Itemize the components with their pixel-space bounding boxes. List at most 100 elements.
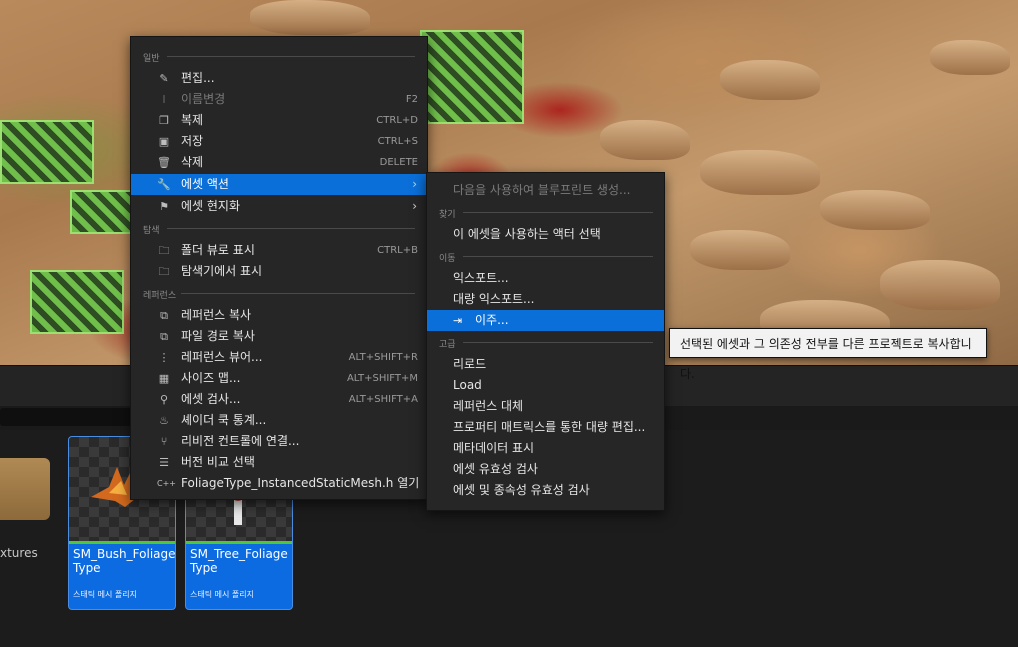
menu-item-connect-revision-control[interactable]: ⑂ 리비전 컨트롤에 연결... [131, 431, 427, 452]
folder-label: xtures [0, 546, 38, 560]
revision-control-icon: ⑂ [160, 435, 168, 448]
submenu-item-export[interactable]: 익스포트... [427, 268, 664, 289]
section-header-references: 레퍼런스 [143, 291, 177, 301]
menu-item-shortcut: ALT+SHIFT+M [346, 373, 418, 384]
menu-item-label: 사이즈 맵... [181, 371, 241, 385]
menu-item-delete[interactable]: 🗑 삭제 DELETE [131, 152, 427, 173]
menu-item-label: 에셋 현지화 [181, 199, 241, 213]
flag-icon: ⚑ [159, 200, 169, 213]
migrate-icon: ⇥ [453, 314, 463, 327]
save-icon: ▣ [158, 135, 170, 148]
divider [463, 212, 653, 213]
menu-item-shortcut: ALT+SHIFT+R [348, 352, 418, 363]
menu-item-label: 레퍼런스 뷰어... [181, 350, 263, 364]
menu-item-label: 레퍼런스 대체 [453, 399, 524, 413]
asset-type: 스태틱 메시 폴리지 [190, 590, 254, 599]
reference-viewer-icon: ⋮ [158, 351, 170, 364]
section-header-general: 일반 [143, 54, 160, 64]
menu-item-shader-cook-stats[interactable]: ♨ 셰이더 쿡 통계... [131, 410, 427, 431]
submenu-item-property-matrix[interactable]: 프로퍼티 매트릭스를 통한 대량 편집... [427, 417, 664, 438]
section-header-explore: 탐색 [143, 226, 160, 236]
menu-item-audit-assets[interactable]: ⚲ 에셋 검사... ALT+SHIFT+A [131, 389, 427, 410]
submenu-item-validate-assets-and-dependencies[interactable]: 에셋 및 종속성 유효성 검사 [427, 480, 664, 501]
menu-item-label: 프로퍼티 매트릭스를 통한 대량 편집... [453, 420, 646, 434]
menu-item-copy-reference[interactable]: ⧉ 레퍼런스 복사 [131, 305, 427, 326]
menu-item-label: 리비전 컨트롤에 연결... [181, 434, 300, 448]
menu-item-reference-viewer[interactable]: ⋮ 레퍼런스 뷰어... ALT+SHIFT+R [131, 347, 427, 368]
menu-item-label: 메타데이터 표시 [453, 441, 535, 455]
section-header-find: 찾기 [439, 210, 456, 220]
submenu-item-show-metadata[interactable]: 메타데이터 표시 [427, 438, 664, 459]
menu-item-shortcut: DELETE [379, 157, 418, 168]
menu-item-label: 레퍼런스 복사 [181, 308, 252, 322]
menu-item-label: Load [453, 378, 482, 392]
size-map-icon: ▦ [158, 372, 170, 385]
menu-item-size-map[interactable]: ▦ 사이즈 맵... ALT+SHIFT+M [131, 368, 427, 389]
shader-stats-icon: ♨ [159, 414, 169, 427]
submenu-item-create-blueprint[interactable]: 다음을 사용하여 블루프린트 생성... [427, 180, 664, 201]
folder-search-icon: 🗀 [158, 244, 170, 257]
menu-item-shortcut: ALT+SHIFT+A [348, 394, 418, 405]
menu-item-label: FoliageType_InstancedStaticMesh.h 열기 [181, 476, 420, 490]
submenu-item-replace-references[interactable]: 레퍼런스 대체 [427, 396, 664, 417]
menu-item-asset-actions[interactable]: 🔧 에셋 액션 › [131, 174, 427, 195]
submenu-item-select-actors[interactable]: 이 에셋을 사용하는 액터 선택 [427, 224, 664, 245]
copy-path-icon: ⧉ [160, 330, 168, 343]
rename-icon: Ⅰ [162, 93, 166, 106]
cpp-file-icon: C++ [157, 479, 176, 488]
menu-item-label: 리로드 [453, 357, 487, 371]
menu-item-label: 버전 비교 선택 [181, 455, 255, 469]
submenu-item-migrate[interactable]: ⇥ 이주... [427, 310, 664, 331]
menu-item-asset-localization[interactable]: ⚑ 에셋 현지화 › [131, 196, 427, 217]
wrench-icon: 🔧 [157, 178, 171, 191]
menu-item-rename[interactable]: Ⅰ 이름변경 F2 [131, 89, 427, 110]
asset-name: SM_Tree_Foliage Type [190, 547, 288, 575]
menu-item-shortcut: CTRL+S [377, 136, 418, 147]
divider [463, 342, 653, 343]
submenu-item-load[interactable]: Load [427, 375, 664, 396]
asset-type: 스태틱 메시 폴리지 [73, 590, 137, 599]
menu-item-label: 저장 [181, 134, 204, 148]
divider [167, 56, 415, 57]
pencil-icon: ✎ [159, 72, 169, 85]
menu-item-show-in-explorer[interactable]: 🗀 탐색기에서 표시 [131, 261, 427, 282]
menu-item-shortcut: CTRL+B [377, 245, 418, 256]
menu-item-show-in-folder-view[interactable]: 🗀 폴더 뷰로 표시 CTRL+B [131, 240, 427, 261]
audit-icon: ⚲ [159, 393, 169, 406]
menu-item-label: 셰이더 쿡 통계... [181, 413, 267, 427]
divider [167, 228, 415, 229]
menu-item-label: 복제 [181, 113, 204, 127]
copy-reference-icon: ⧉ [160, 309, 168, 322]
menu-item-shortcut: F2 [405, 94, 418, 105]
section-header-move: 이동 [439, 254, 456, 264]
menu-item-diff-selected[interactable]: ☰ 버전 비교 선택 [131, 452, 427, 473]
submenu-item-validate-assets[interactable]: 에셋 유효성 검사 [427, 459, 664, 480]
menu-item-open-source-file[interactable]: C++ FoliageType_InstancedStaticMesh.h 열기 [131, 473, 427, 494]
explorer-icon: 🗀 [158, 265, 170, 278]
diff-icon: ☰ [159, 456, 169, 469]
menu-item-label: 에셋 액션 [181, 177, 229, 191]
asset-actions-submenu: 다음을 사용하여 블루프린트 생성... 찾기 이 에셋을 사용하는 액터 선택… [426, 172, 665, 511]
menu-item-label: 삭제 [181, 155, 204, 169]
menu-item-label: 에셋 유효성 검사 [453, 462, 538, 476]
menu-item-label: 폴더 뷰로 표시 [181, 243, 255, 257]
asset-context-menu: 일반 ✎ 편집... Ⅰ 이름변경 F2 ❐ 복제 CTRL+D ▣ 저장 CT… [130, 36, 428, 500]
divider [463, 256, 653, 257]
menu-item-label: 대량 익스포트... [453, 292, 535, 306]
menu-item-duplicate[interactable]: ❐ 복제 CTRL+D [131, 110, 427, 131]
submenu-item-reload[interactable]: 리로드 [427, 354, 664, 375]
chevron-right-icon: › [412, 199, 417, 213]
chevron-right-icon: › [412, 177, 417, 191]
menu-item-label: 에셋 검사... [181, 392, 241, 406]
menu-item-label: 이름변경 [181, 92, 226, 106]
submenu-item-bulk-export[interactable]: 대량 익스포트... [427, 289, 664, 310]
menu-item-copy-file-path[interactable]: ⧉ 파일 경로 복사 [131, 326, 427, 347]
trash-icon: 🗑 [157, 156, 171, 169]
menu-item-edit[interactable]: ✎ 편집... [131, 68, 427, 89]
folder-tile[interactable] [0, 458, 50, 520]
menu-item-label: 이주... [475, 313, 509, 327]
asset-name: SM_Bush_Foliage Type [73, 547, 176, 575]
menu-item-save[interactable]: ▣ 저장 CTRL+S [131, 131, 427, 152]
section-header-advanced: 고급 [439, 340, 456, 350]
menu-item-label: 다음을 사용하여 블루프린트 생성... [453, 183, 631, 197]
